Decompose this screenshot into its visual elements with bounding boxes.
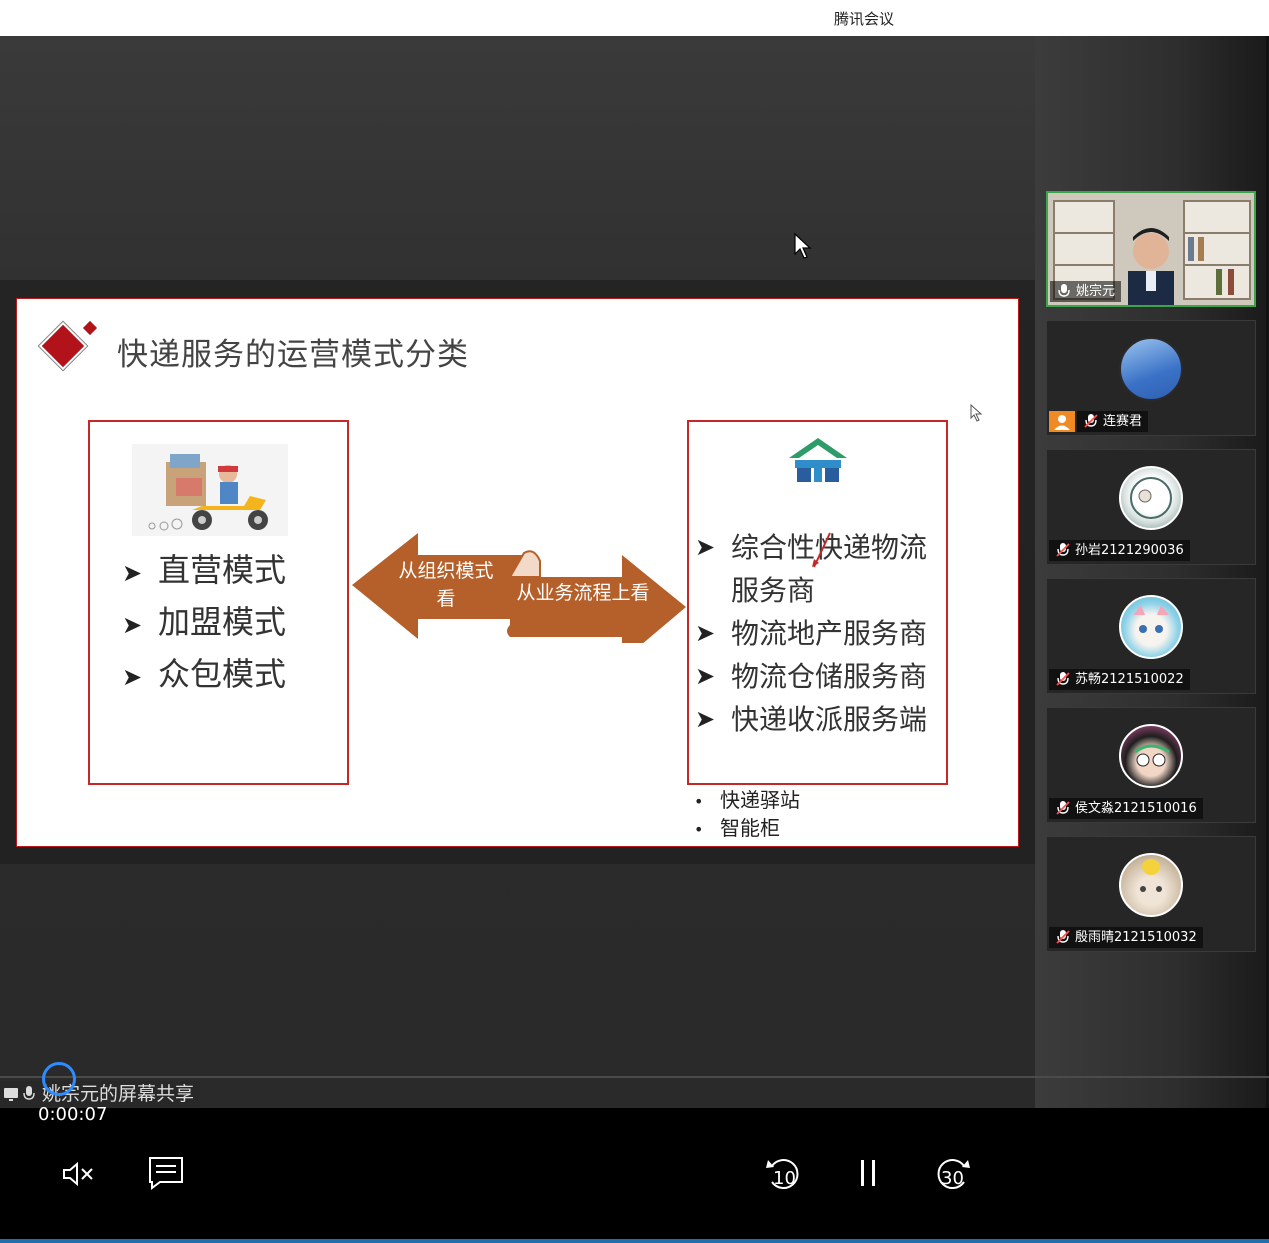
avatar [1119, 466, 1183, 530]
rewind-label: 10 [773, 1168, 796, 1189]
participant-tile[interactable]: 姚宗元 [1046, 191, 1256, 307]
participant-name: 殷雨晴2121510032 [1049, 927, 1203, 948]
seek-bar[interactable] [0, 1076, 1269, 1078]
participant-tile[interactable]: 殷雨晴2121510032 [1046, 836, 1256, 952]
participant-name: 侯文淼2121510016 [1049, 798, 1203, 819]
participant-name: 连赛君 [1077, 411, 1149, 432]
playback-time: 0:00:07 [38, 1104, 108, 1125]
double-arrow-graphic: 从组织模式看 从业务流程上看 [350, 531, 690, 661]
list-item: ➤ 加盟模式 [122, 598, 286, 650]
chevron-right-icon: ➤ [695, 533, 716, 561]
screen-share-icon [4, 1088, 18, 1101]
participant-tile[interactable]: 苏畅2121510022 [1046, 578, 1256, 694]
operation-mode-box: ➤ 直营模式 ➤ 加盟模式 ➤ 众包模式 [88, 420, 349, 785]
captions-icon[interactable] [148, 1156, 184, 1190]
operation-mode-list: ➤ 直营模式 ➤ 加盟模式 ➤ 众包模式 [122, 546, 286, 702]
home-icon [787, 434, 849, 488]
annotation-arrow-icon [812, 532, 831, 568]
sub-bullet-list: 快递驿站 智能柜 [694, 787, 800, 843]
list-item: 智能柜 [694, 815, 800, 843]
avatar [1119, 724, 1183, 788]
list-item: ➤ 物流仓储服务商 [695, 655, 947, 698]
avatar [1119, 337, 1183, 401]
mic-muted-icon [1056, 930, 1070, 944]
seek-handle[interactable] [42, 1062, 76, 1096]
participant-name: 姚宗元 [1050, 281, 1122, 302]
arrow-right-label: 从业务流程上看 [516, 582, 650, 604]
person-icon [1049, 411, 1075, 432]
chevron-right-icon: ➤ [122, 559, 143, 587]
remote-cursor-icon [970, 404, 983, 422]
bottom-accent-bar [0, 1239, 1269, 1243]
volume-mute-icon[interactable] [62, 1160, 96, 1188]
mouse-cursor-icon [794, 232, 812, 259]
chevron-right-icon: ➤ [122, 663, 143, 691]
participant-name: 苏畅2121510022 [1049, 669, 1190, 690]
list-item: 快递驿站 [694, 787, 800, 815]
app-title: 腾讯会议 [834, 10, 895, 28]
chevron-right-icon: ➤ [122, 611, 143, 639]
microphone-icon [1058, 284, 1070, 297]
microphone-icon [23, 1086, 35, 1100]
pause-icon[interactable] [858, 1158, 878, 1188]
avatar [1119, 853, 1183, 917]
avatar [1119, 595, 1183, 659]
presentation-slide: 快递服务的运营模式分类 ➤ 直营模式 ➤ 加盟模式 ➤ 众包模式 从组织模式看 … [16, 298, 1019, 847]
list-item: ➤ 快递收派服务端 [695, 698, 947, 741]
mic-muted-icon [1056, 672, 1070, 686]
title-small-diamond-icon [82, 320, 98, 336]
chevron-right-icon: ➤ [695, 662, 716, 690]
list-item: ➤ 物流地产服务商 [695, 612, 947, 655]
list-item: ➤ 众包模式 [122, 650, 286, 702]
chevron-right-icon: ➤ [695, 705, 716, 733]
rewind-10-button[interactable]: 10 [764, 1152, 802, 1192]
chevron-right-icon: ➤ [695, 619, 716, 647]
mic-muted-icon [1056, 543, 1070, 557]
forward-30-button[interactable]: 30 [934, 1152, 972, 1192]
participant-tile[interactable]: 连赛君 [1046, 320, 1256, 436]
mic-muted-icon [1084, 414, 1098, 428]
participant-tile[interactable]: 孙岩2121290036 [1046, 449, 1256, 565]
mic-muted-icon [1056, 801, 1070, 815]
arrow-left-label: 从组织模式看 [398, 560, 494, 610]
title-diamond-icon [41, 324, 85, 368]
slide-title: 快递服务的运营模式分类 [117, 337, 469, 373]
participant-tile[interactable]: 侯文淼2121510016 [1046, 707, 1256, 823]
list-item: ➤ 直营模式 [122, 546, 286, 598]
player-controls: 10 30 [0, 1108, 1269, 1243]
forward-label: 30 [941, 1168, 964, 1189]
participant-name: 孙岩2121290036 [1049, 540, 1190, 561]
title-bar: 腾讯会议 [0, 0, 1269, 36]
delivery-scooter-image [132, 444, 288, 536]
service-type-box: ➤ 综合性快递物流服务商 ➤ 物流地产服务商 ➤ 物流仓储服务商 ➤ 快递收派服务端 [687, 420, 948, 785]
